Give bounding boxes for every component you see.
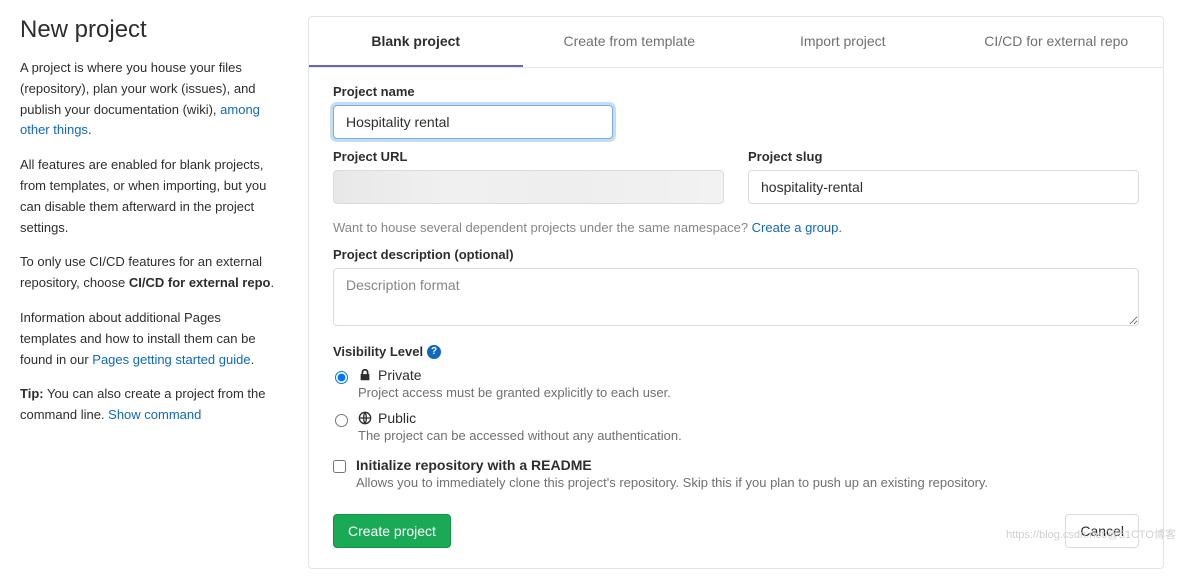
visibility-public-radio[interactable] bbox=[335, 414, 348, 427]
visibility-private-radio[interactable] bbox=[335, 371, 348, 384]
globe-icon bbox=[358, 411, 372, 425]
pages-guide-link[interactable]: Pages getting started guide bbox=[92, 352, 250, 367]
sidebar-description-3: To only use CI/CD features for an extern… bbox=[20, 252, 280, 294]
project-url-label: Project URL bbox=[333, 149, 724, 164]
project-url-input[interactable] bbox=[333, 170, 724, 204]
new-project-form: Project name Project URL Project slug Wa… bbox=[309, 68, 1163, 568]
project-description-input[interactable] bbox=[333, 268, 1139, 326]
project-slug-input[interactable] bbox=[748, 170, 1139, 204]
create-group-link[interactable]: Create a group. bbox=[752, 220, 842, 235]
visibility-private-option[interactable]: Private Project access must be granted e… bbox=[333, 367, 1139, 400]
group-help-text: Want to house several dependent projects… bbox=[333, 220, 1139, 235]
visibility-help-icon[interactable]: ? bbox=[427, 345, 441, 359]
sidebar-description-2: All features are enabled for blank proje… bbox=[20, 155, 280, 238]
visibility-public-option[interactable]: Public The project can be accessed witho… bbox=[333, 410, 1139, 443]
initialize-readme-checkbox[interactable] bbox=[333, 460, 346, 473]
main-panel: Blank project Create from template Impor… bbox=[308, 16, 1164, 569]
tabs: Blank project Create from template Impor… bbox=[309, 17, 1163, 68]
show-command-link[interactable]: Show command bbox=[108, 407, 201, 422]
initialize-readme-option[interactable]: Initialize repository with a README Allo… bbox=[333, 457, 1139, 490]
project-name-label: Project name bbox=[333, 84, 1139, 99]
sidebar-description-1: A project is where you house your files … bbox=[20, 58, 280, 141]
create-project-button[interactable]: Create project bbox=[333, 514, 451, 548]
lock-icon bbox=[358, 368, 372, 382]
tab-create-from-template[interactable]: Create from template bbox=[523, 17, 737, 67]
visibility-level-label: Visibility Level ? bbox=[333, 344, 441, 359]
sidebar-tip: Tip: You can also create a project from … bbox=[20, 384, 280, 426]
project-description-label: Project description (optional) bbox=[333, 247, 1139, 262]
tab-import-project[interactable]: Import project bbox=[736, 17, 950, 67]
watermark-text: https://blog.csdn.net/@51CTO博客 bbox=[1006, 526, 1176, 542]
project-slug-label: Project slug bbox=[748, 149, 1139, 164]
tab-blank-project[interactable]: Blank project bbox=[309, 17, 523, 67]
sidebar: New project A project is where you house… bbox=[20, 16, 280, 569]
page-title: New project bbox=[20, 16, 280, 44]
project-name-input[interactable] bbox=[333, 105, 613, 139]
tab-cicd-external[interactable]: CI/CD for external repo bbox=[950, 17, 1164, 67]
sidebar-description-4: Information about additional Pages templ… bbox=[20, 308, 280, 370]
